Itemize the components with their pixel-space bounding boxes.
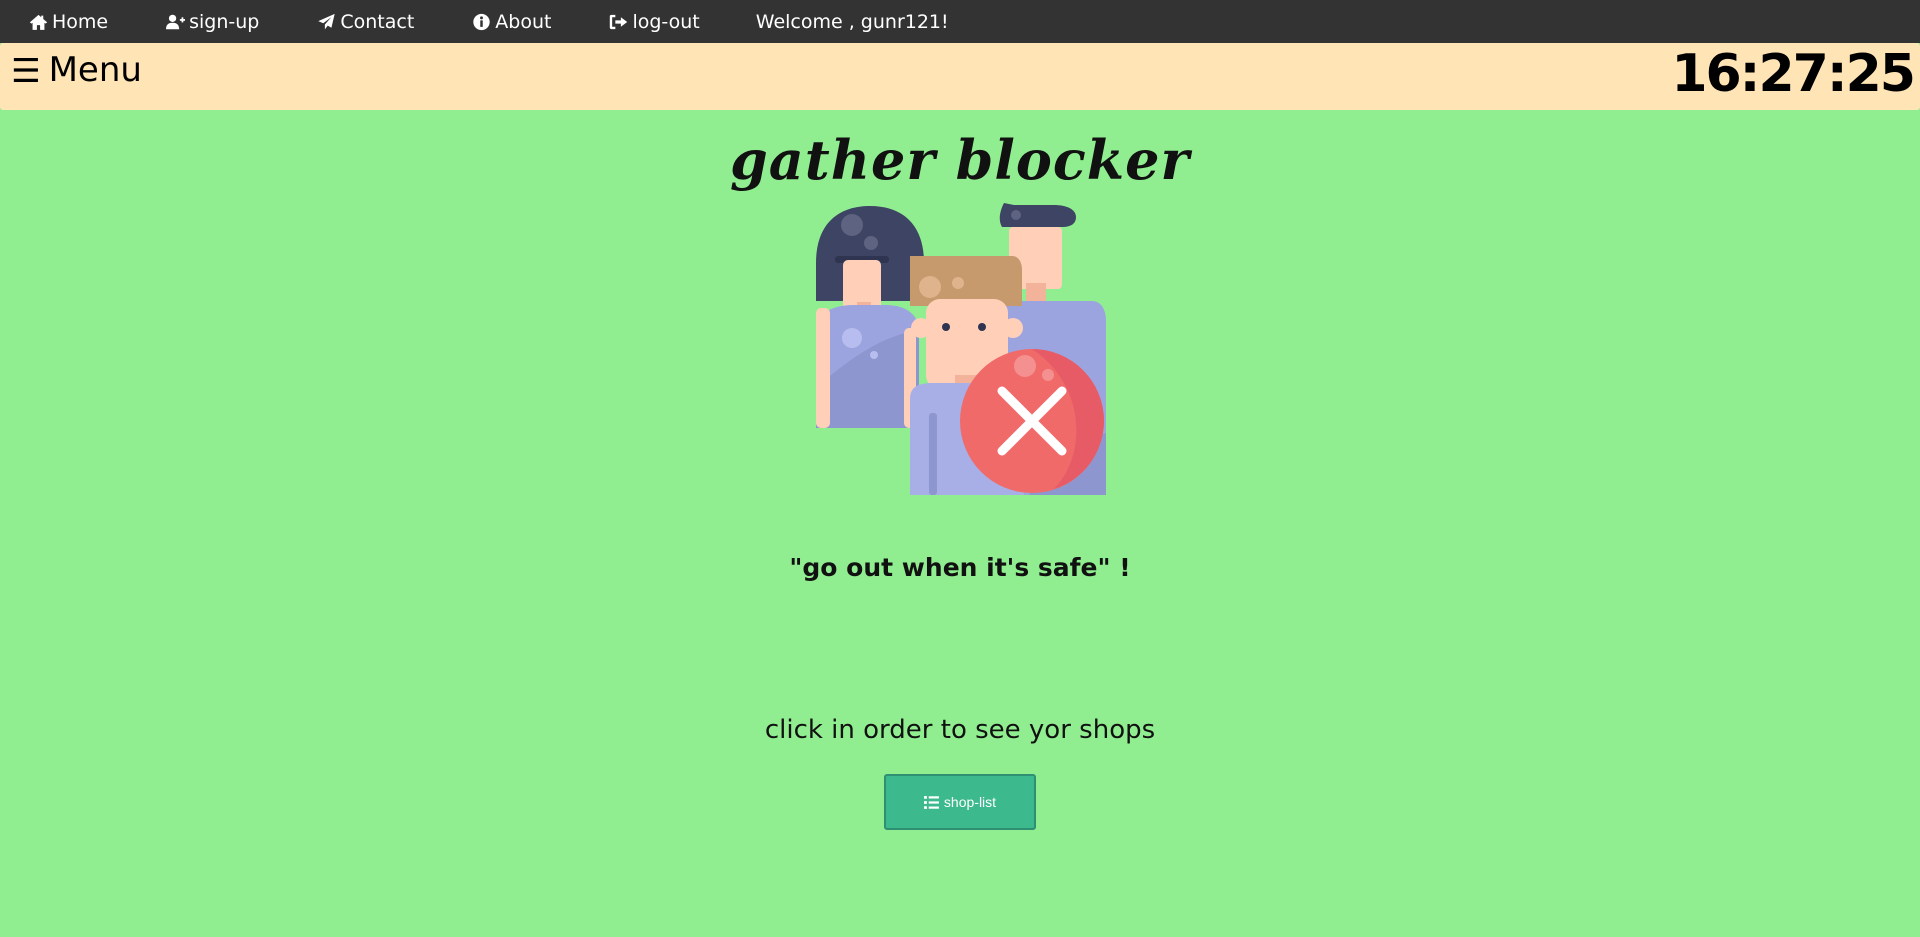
sign-out-icon: [607, 12, 629, 32]
clock-display: 16:27:25: [1671, 44, 1916, 104]
hamburger-icon: ☰: [11, 50, 41, 90]
nav-about-label: About: [495, 10, 552, 33]
nav-logout-link[interactable]: log-out: [607, 10, 700, 33]
nav-contact-label: Contact: [340, 10, 415, 33]
nav-about-link[interactable]: About: [470, 11, 551, 33]
instruction-text: click in order to see yor shops: [764, 715, 1156, 745]
nav-signup-label: sign-up: [189, 10, 260, 33]
info-circle-icon: [470, 12, 492, 32]
nav-home-label: Home: [52, 10, 109, 33]
top-navbar: Home sign-up Contact About log-out Welco…: [0, 0, 1920, 43]
nav-logout-label: log-out: [632, 10, 700, 33]
page-title: gather blocker: [730, 128, 1190, 192]
nav-contact-link[interactable]: Contact: [315, 11, 414, 33]
shop-list-button[interactable]: shop-list: [884, 774, 1036, 830]
nav-signup-link[interactable]: sign-up: [164, 11, 259, 33]
crowd-blocked-icon: [814, 203, 1106, 495]
menu-toggle-button[interactable]: ☰ Menu: [11, 53, 142, 87]
menu-label: Menu: [48, 50, 142, 90]
nav-home-link[interactable]: Home: [27, 11, 108, 33]
menu-bar: ☰ Menu 16:27:25: [0, 43, 1920, 110]
welcome-message: Welcome , gunr121!: [755, 10, 949, 33]
user-plus-icon: [164, 12, 186, 32]
home-icon: [27, 12, 49, 32]
paper-plane-icon: [315, 12, 337, 32]
slogan-text: "go out when it's safe" !: [789, 553, 1131, 582]
shop-list-button-label: shop-list: [943, 794, 997, 810]
list-icon: [923, 795, 939, 809]
